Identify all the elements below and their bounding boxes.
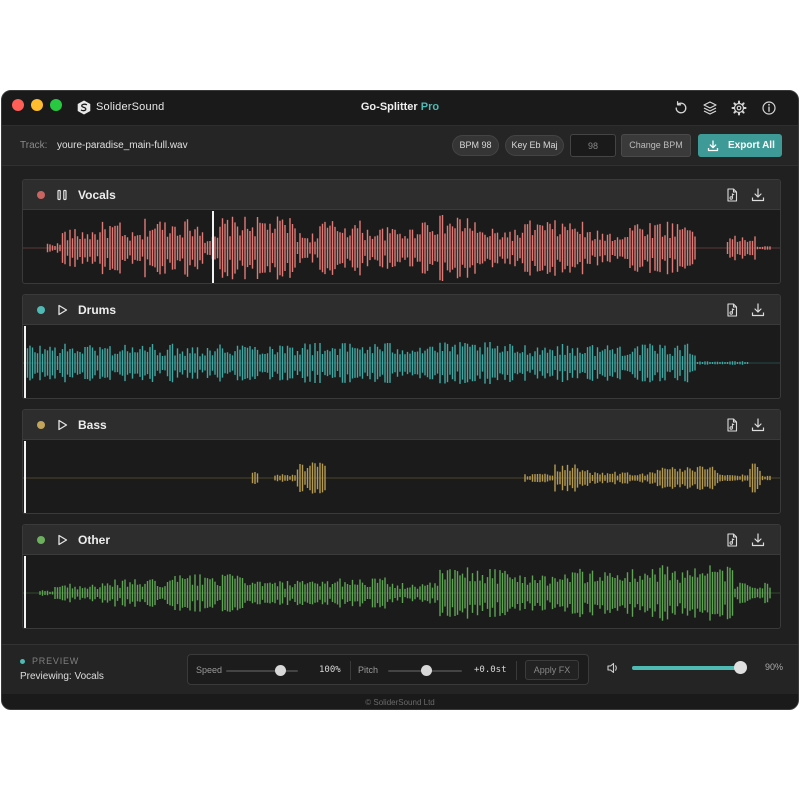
- change-bpm-button[interactable]: Change BPM: [621, 134, 691, 157]
- stem-color-dot: [37, 536, 45, 544]
- stem-bass: Bass: [22, 409, 781, 514]
- audio-file-icon[interactable]: [724, 302, 740, 318]
- preview-text: Previewing: Vocals: [20, 671, 104, 682]
- app-window: SoliderSound Go-Splitter Pro Track: your…: [1, 90, 799, 710]
- stem-name: Vocals: [78, 188, 116, 202]
- pitch-label: Pitch: [358, 665, 379, 675]
- pause-icon[interactable]: [55, 188, 69, 202]
- track-label: Track:: [20, 140, 48, 151]
- waveform[interactable]: [23, 211, 780, 283]
- waveform-graphic: [23, 342, 780, 384]
- audio-file-icon[interactable]: [724, 187, 740, 203]
- speed-slider[interactable]: [226, 670, 298, 672]
- apply-fx-button[interactable]: Apply FX: [525, 660, 579, 680]
- waveform[interactable]: [23, 556, 780, 628]
- footer-copyright: © SoliderSound Ltd: [2, 694, 798, 709]
- stem-header: Vocals: [23, 180, 780, 210]
- download-icon[interactable]: [750, 187, 766, 203]
- playhead[interactable]: [24, 556, 26, 628]
- playhead[interactable]: [212, 211, 215, 283]
- volume-value: 90%: [765, 662, 784, 672]
- bottom-bar: PREVIEW Previewing: Vocals Speed 100% Pi…: [2, 644, 798, 694]
- volume-slider-fill: [632, 666, 736, 670]
- stem-color-dot: [37, 421, 45, 429]
- stem-header: Other: [23, 525, 780, 555]
- stem-drums: Drums: [22, 294, 781, 399]
- stem-color-dot: [37, 191, 45, 199]
- fx-panel: Speed 100% Pitch +0.0st Apply FX: [187, 654, 589, 685]
- playhead[interactable]: [24, 441, 26, 513]
- waveform-graphic: [23, 565, 780, 621]
- key-badge: Key Eb Maj: [505, 135, 564, 156]
- export-all-button[interactable]: Export All: [698, 134, 782, 157]
- speed-slider-knob[interactable]: [274, 665, 286, 676]
- play-icon[interactable]: [55, 533, 69, 547]
- app-title-suffix: Pro: [420, 101, 440, 113]
- title-bar: SoliderSound Go-Splitter Pro: [2, 91, 798, 126]
- track-bar: Track: youre-paradise_main-full.wav BPM …: [2, 126, 798, 166]
- stem-name: Drums: [78, 303, 117, 317]
- waveform-graphic: [23, 462, 780, 494]
- download-icon[interactable]: [750, 532, 766, 548]
- fx-divider: [350, 661, 351, 680]
- pitch-slider-knob[interactable]: [420, 665, 432, 676]
- refresh-icon[interactable]: [673, 100, 689, 116]
- app-title-name: Go-Splitter: [360, 101, 418, 113]
- preview-label: PREVIEW: [32, 656, 80, 666]
- download-icon: [707, 140, 719, 152]
- export-all-label: Export All: [728, 140, 775, 151]
- download-icon[interactable]: [750, 302, 766, 318]
- download-icon[interactable]: [750, 417, 766, 433]
- track-filename: youre-paradise_main-full.wav: [57, 140, 188, 151]
- volume-slider-knob[interactable]: [734, 661, 747, 674]
- waveform[interactable]: [23, 326, 780, 398]
- pitch-value: +0.0st: [474, 665, 507, 675]
- volume-icon[interactable]: [606, 661, 620, 675]
- stem-name: Other: [78, 533, 111, 547]
- stem-other: Other: [22, 524, 781, 629]
- bpm-input[interactable]: [570, 134, 616, 157]
- gear-icon[interactable]: [731, 100, 747, 116]
- speed-label: Speed: [196, 665, 223, 675]
- layers-icon[interactable]: [702, 100, 718, 116]
- audio-file-icon[interactable]: [724, 532, 740, 548]
- stem-header: Bass: [23, 410, 780, 440]
- preview-status-dot: [20, 659, 25, 664]
- stem-vocals: Vocals: [22, 179, 781, 284]
- playhead[interactable]: [24, 326, 26, 398]
- fx-divider: [516, 661, 517, 680]
- bpm-badge: BPM 98: [452, 135, 499, 156]
- play-icon[interactable]: [55, 418, 69, 432]
- info-icon[interactable]: [761, 100, 777, 116]
- audio-file-icon[interactable]: [724, 417, 740, 433]
- speed-value: 100%: [319, 665, 341, 675]
- waveform[interactable]: [23, 441, 780, 513]
- stem-color-dot: [37, 306, 45, 314]
- play-icon[interactable]: [55, 303, 69, 317]
- volume-slider[interactable]: [632, 666, 747, 670]
- stem-header: Drums: [23, 295, 780, 325]
- stem-name: Bass: [78, 418, 107, 432]
- waveform-graphic: [23, 215, 780, 281]
